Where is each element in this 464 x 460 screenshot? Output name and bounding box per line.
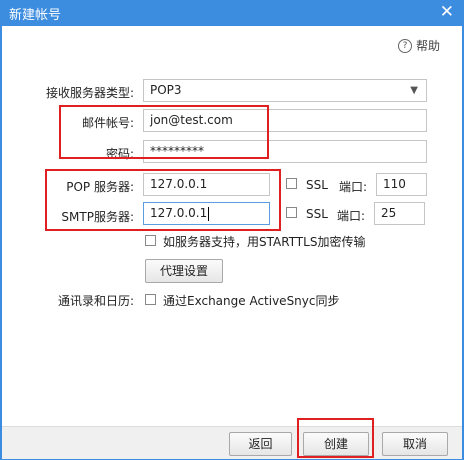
proxy-settings-button[interactable]: 代理设置	[145, 259, 223, 283]
smtp-port-value: 25	[381, 206, 397, 220]
smtp-ssl-checkbox[interactable]	[286, 207, 297, 218]
smtp-port-label: 端口:	[337, 209, 366, 223]
pop-ssl-checkbox[interactable]	[286, 178, 297, 189]
title-bar: 新建帐号 ✕	[0, 0, 464, 26]
smtp-port-field[interactable]: 25	[374, 202, 425, 225]
cancel-button[interactable]: 取消	[382, 432, 448, 456]
chevron-down-icon: ▼	[410, 85, 418, 96]
email-value: jon@test.com	[150, 113, 233, 127]
smtp-server-label: SMTP服务器:	[61, 210, 134, 224]
window-title: 新建帐号	[9, 8, 62, 23]
exchange-sync-label: 通过Exchange ActiveSnyc同步	[163, 294, 340, 308]
password-value: *********	[150, 144, 204, 158]
create-button[interactable]: 创建	[303, 432, 369, 456]
email-label: 邮件帐号:	[81, 116, 134, 130]
pop-port-label: 端口:	[339, 180, 368, 194]
pop-server-value: 127.0.0.1	[150, 177, 208, 191]
smtp-server-field[interactable]: 127.0.0.1	[143, 202, 270, 225]
starttls-checkbox[interactable]	[145, 235, 156, 246]
sync-label: 通讯录和日历:	[57, 294, 134, 308]
email-field[interactable]: jon@test.com	[143, 109, 427, 132]
pop-port-value: 110	[383, 177, 406, 191]
smtp-ssl-label: SSL	[306, 207, 328, 221]
pop-ssl-label: SSL	[306, 178, 328, 192]
receive-type-select[interactable]: POP3 ▼	[143, 79, 427, 102]
smtp-server-value: 127.0.0.1	[150, 206, 208, 220]
receive-type-label: 接收服务器类型:	[45, 86, 134, 100]
password-field[interactable]: *********	[143, 140, 427, 163]
text-caret	[208, 206, 210, 221]
password-label: 密码:	[105, 147, 134, 161]
close-icon[interactable]: ✕	[440, 2, 454, 22]
exchange-sync-checkbox[interactable]	[145, 294, 156, 305]
pop-port-field[interactable]: 110	[376, 173, 427, 196]
pop-server-label: POP 服务器:	[66, 180, 134, 194]
help-link[interactable]: ? 帮助	[398, 37, 440, 54]
help-label: 帮助	[416, 39, 441, 53]
receive-type-value: POP3	[150, 83, 182, 97]
help-icon: ?	[398, 38, 412, 53]
starttls-label: 如服务器支持，用STARTTLS加密传输	[163, 235, 366, 249]
back-button[interactable]: 返回	[229, 432, 292, 456]
pop-server-field[interactable]: 127.0.0.1	[143, 173, 270, 196]
